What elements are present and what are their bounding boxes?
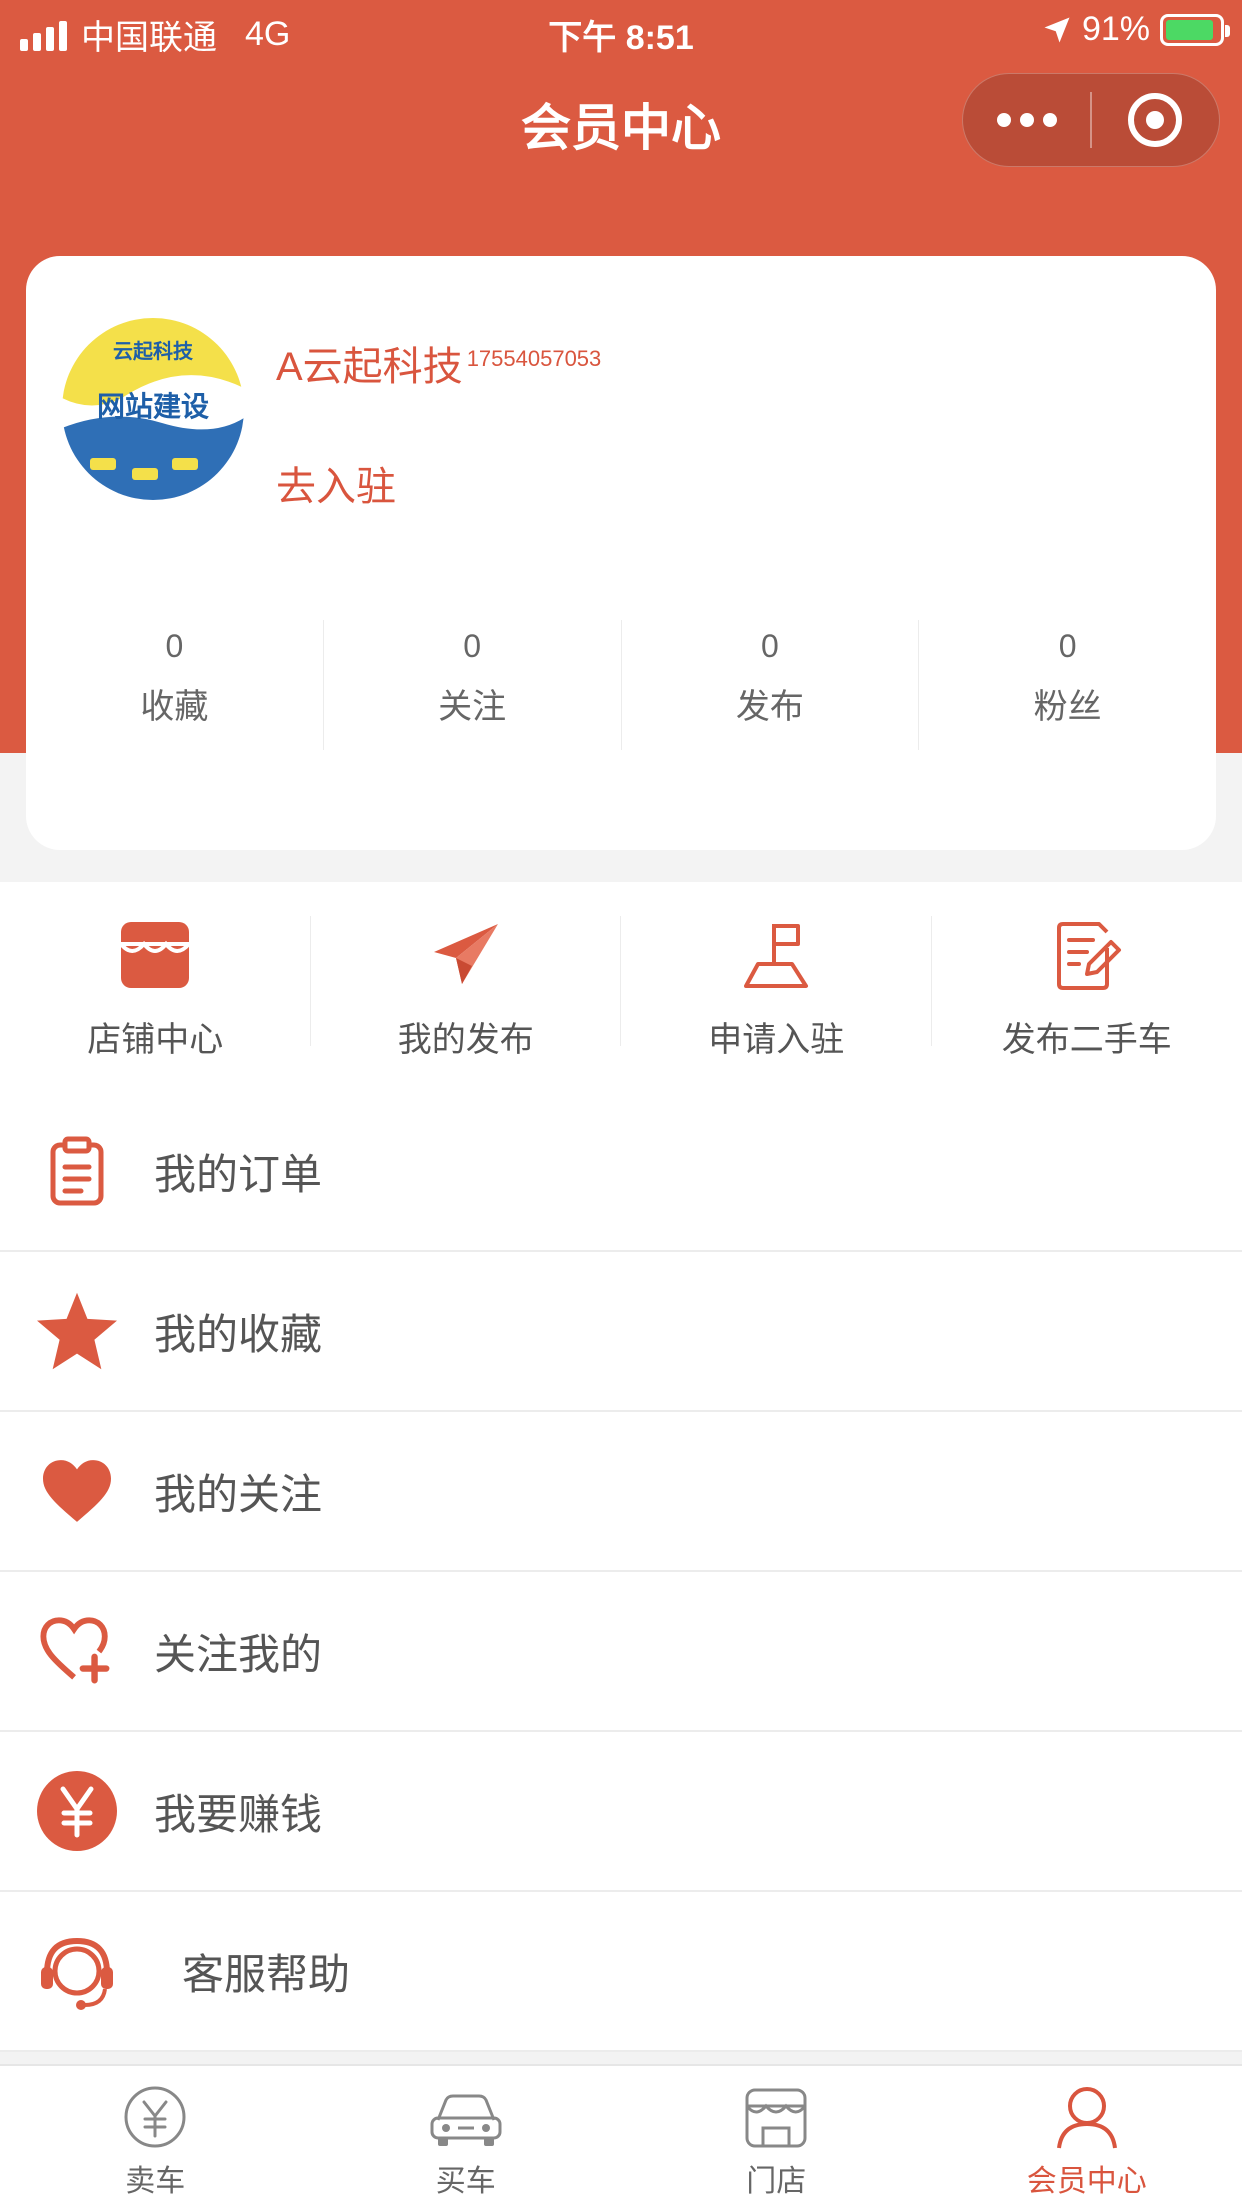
menu-followers[interactable]: 关注我的 — [0, 1572, 1242, 1732]
stat-label: 收藏 — [140, 688, 209, 726]
menu-earn-money[interactable]: 我要赚钱 — [0, 1732, 1242, 1892]
stat-label: 粉丝 — [1033, 688, 1102, 726]
menu-list: 我的订单 我的收藏 我的关注 关注我的 我要赚钱 客服帮助 — [0, 1092, 1242, 2052]
status-bar: 中国联通 4G 下午 8:51 91% — [0, 0, 1242, 62]
edit-document-icon — [1056, 922, 1121, 990]
quick-label: 申请入驻 — [708, 1021, 845, 1059]
tab-buy-car[interactable]: 买车 — [311, 2066, 622, 2208]
tab-label: 会员中心 — [1026, 2165, 1147, 2198]
stat-label: 发布 — [735, 688, 804, 726]
star-icon — [37, 1292, 117, 1370]
more-dots-icon — [996, 113, 1057, 127]
settle-link[interactable]: 去入驻 — [276, 454, 396, 512]
phone-number: 17554057053 — [466, 345, 602, 371]
heart-icon — [43, 1460, 111, 1522]
quick-post-used-car[interactable]: 发布二手车 — [932, 882, 1242, 1092]
stat-value: 0 — [1058, 628, 1077, 664]
quick-apply-settle[interactable]: 申请入驻 — [621, 882, 932, 1092]
stat-favorites[interactable]: 0 收藏 — [26, 620, 324, 750]
menu-label: 我的订单 — [154, 1150, 323, 1198]
menu-label: 客服帮助 — [182, 1950, 351, 1998]
shop-icon — [745, 2088, 807, 2148]
more-button[interactable] — [963, 74, 1090, 166]
yuan-icon — [37, 1771, 117, 1851]
menu-customer-help[interactable]: 客服帮助 — [0, 1892, 1242, 2052]
username-text: A云起科技 — [276, 345, 463, 389]
stat-following[interactable]: 0 关注 — [324, 620, 622, 750]
stat-fans[interactable]: 0 粉丝 — [919, 620, 1216, 750]
store-icon — [119, 922, 191, 988]
yuan-circle-icon — [124, 2086, 186, 2148]
quick-actions: 店铺中心 我的发布 申请入驻 发布二手车 — [0, 882, 1242, 1092]
profile-card: 云起科技 网站建设 A云起科技 17554057053 去入驻 0 收藏 0 关注… — [26, 256, 1216, 850]
quick-label: 我的发布 — [397, 1021, 534, 1059]
location-arrow-icon — [1044, 17, 1070, 42]
menu-label: 我的关注 — [154, 1470, 323, 1518]
target-icon — [1128, 93, 1183, 147]
clipboard-icon — [50, 1136, 104, 1206]
menu-my-favorites[interactable]: 我的收藏 — [0, 1252, 1242, 1412]
menu-label: 我的收藏 — [154, 1310, 323, 1358]
battery-percent: 91% — [1081, 10, 1150, 48]
tab-bar: 卖车 买车 门店 会员中心 — [0, 2064, 1242, 2208]
username: A云起科技 17554057053 — [276, 334, 601, 392]
quick-my-posts[interactable]: 我的发布 — [311, 882, 622, 1092]
battery-fill — [1166, 19, 1214, 40]
stat-value: 0 — [463, 628, 482, 664]
user-icon — [1056, 2087, 1117, 2149]
stats-row: 0 收藏 0 关注 0 发布 0 粉丝 — [26, 620, 1216, 750]
svg-text:网站建设: 网站建设 — [97, 390, 209, 423]
status-right: 91% — [1042, 10, 1230, 49]
stat-value: 0 — [760, 628, 779, 664]
quick-label: 发布二手车 — [1001, 1021, 1172, 1059]
close-miniprogram-button[interactable] — [1092, 74, 1219, 166]
tab-label: 卖车 — [125, 2165, 186, 2198]
car-icon — [430, 2094, 502, 2146]
stat-label: 关注 — [438, 688, 507, 726]
headset-icon — [41, 1937, 113, 2010]
avatar[interactable]: 云起科技 网站建设 — [62, 318, 244, 500]
flag-icon — [744, 924, 809, 988]
paper-plane-icon — [433, 924, 498, 984]
quick-store-center[interactable]: 店铺中心 — [0, 882, 311, 1092]
battery-icon — [1160, 13, 1230, 46]
menu-label: 关注我的 — [154, 1630, 323, 1678]
menu-label: 我要赚钱 — [154, 1790, 323, 1838]
mini-program-capsule — [962, 73, 1220, 167]
tab-label: 门店 — [746, 2165, 807, 2198]
tab-shop[interactable]: 门店 — [621, 2066, 932, 2208]
menu-my-orders[interactable]: 我的订单 — [0, 1092, 1242, 1252]
tab-sell-car[interactable]: 卖车 — [0, 2066, 311, 2208]
tab-member-center[interactable]: 会员中心 — [932, 2066, 1242, 2208]
stat-published[interactable]: 0 发布 — [622, 620, 920, 750]
avatar-logo-image: 云起科技 网站建设 — [62, 318, 244, 500]
heart-plus-icon — [40, 1617, 110, 1684]
menu-my-following[interactable]: 我的关注 — [0, 1412, 1242, 1572]
stat-value: 0 — [165, 628, 184, 664]
svg-text:云起科技: 云起科技 — [113, 339, 194, 363]
tab-label: 买车 — [435, 2165, 496, 2198]
quick-label: 店铺中心 — [87, 1021, 224, 1059]
